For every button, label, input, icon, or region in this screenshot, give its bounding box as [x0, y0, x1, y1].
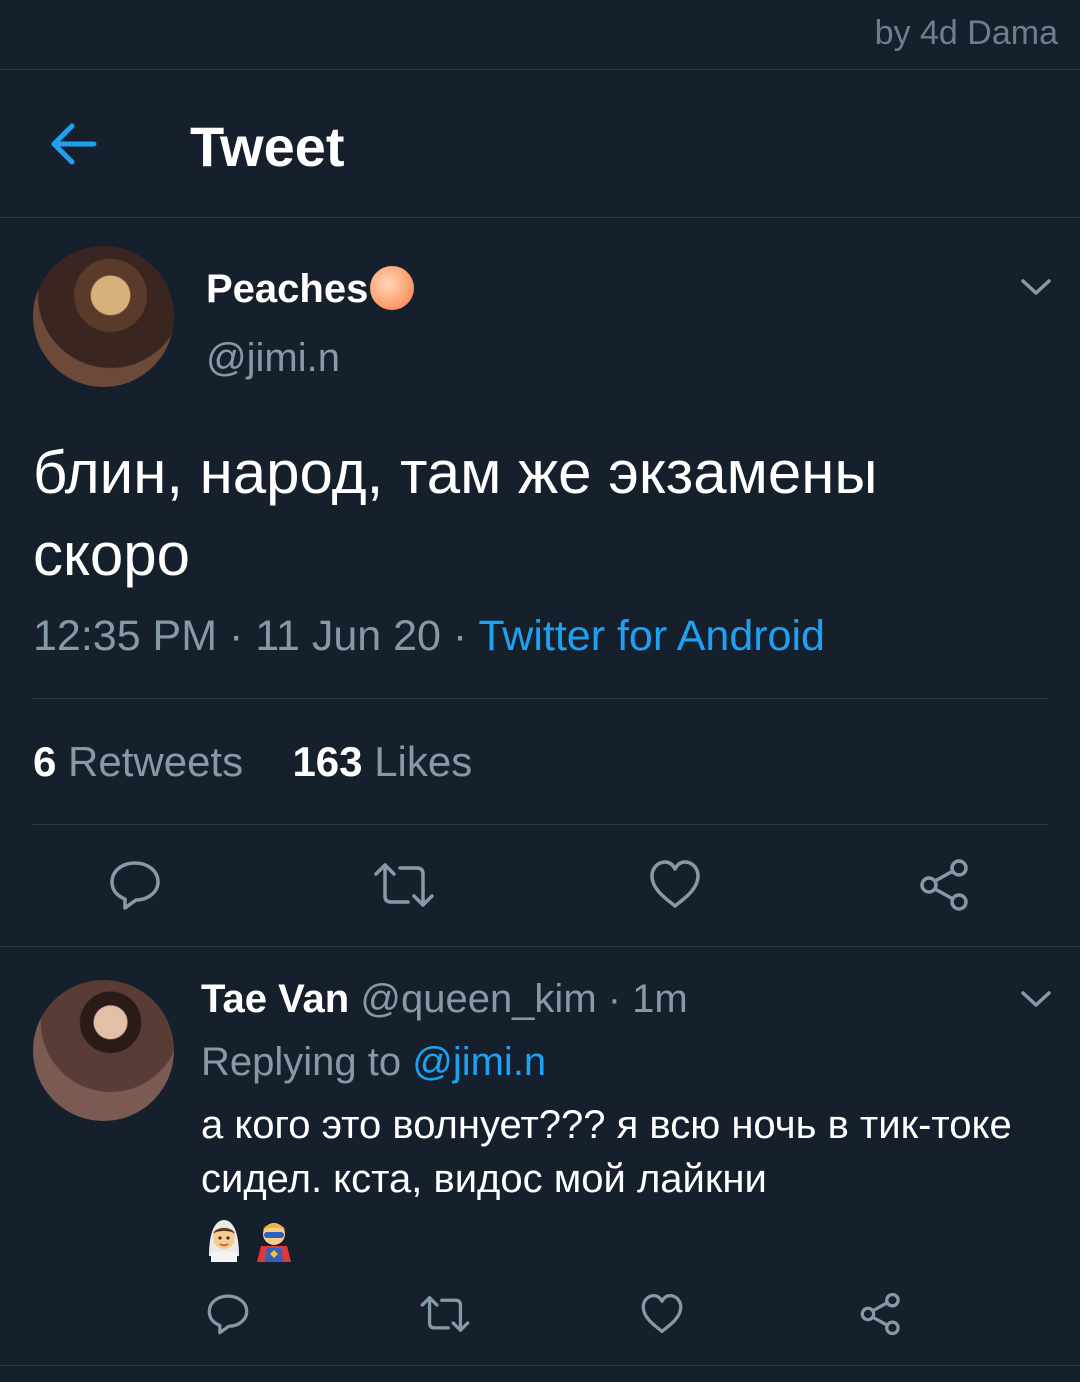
back-arrow-icon[interactable] [48, 120, 100, 168]
share-icon[interactable] [918, 858, 972, 912]
reply-icon[interactable] [206, 1292, 250, 1336]
tweet-source-link[interactable]: Twitter for Android [478, 612, 825, 660]
author-handle[interactable]: @jimi.n [206, 336, 340, 381]
watermark: by 4d Dama [874, 14, 1058, 52]
likes-stat[interactable]: 163 Likes [292, 738, 472, 785]
author-name-text: Peaches [206, 267, 369, 311]
reply-author-name[interactable]: Tae Van [201, 977, 349, 1021]
replying-to: Replying to @jimi.n [201, 1040, 546, 1085]
like-icon[interactable] [648, 858, 702, 910]
tweet-meta: 12:35 PM · 11 Jun 20 · Twitter for Andro… [33, 612, 825, 661]
reply-text: а кого это волнует??? я всю ночь в тик-т… [201, 1103, 1012, 1201]
tweet-timestamp: 12:35 PM · 11 Jun 20 · [33, 612, 479, 660]
chevron-down-icon[interactable] [1019, 275, 1053, 299]
reply-icon[interactable] [108, 858, 162, 912]
tweet-stats: 6 Retweets 163 Likes [33, 738, 472, 786]
likes-label: Likes [362, 738, 473, 785]
divider [0, 946, 1080, 947]
reply-author-avatar[interactable] [33, 980, 174, 1121]
author-avatar[interactable] [33, 246, 174, 387]
divider [0, 1365, 1080, 1366]
divider [32, 824, 1048, 825]
bride-emoji-icon [209, 1220, 239, 1262]
retweets-count: 6 [33, 738, 57, 785]
header: Tweet [0, 70, 1080, 217]
retweet-icon[interactable] [372, 860, 436, 910]
page-title: Tweet [190, 115, 345, 178]
replying-label: Replying to [201, 1040, 413, 1084]
reply-header: Tae Van @queen_kim · 1m [201, 977, 688, 1022]
retweet-icon[interactable] [419, 1293, 471, 1335]
replying-handle-link[interactable]: @jimi.n [412, 1040, 546, 1084]
retweets-label: Retweets [56, 738, 244, 785]
likes-count: 163 [292, 738, 363, 785]
retweets-stat[interactable]: 6 Retweets [33, 738, 243, 785]
like-icon[interactable] [640, 1292, 684, 1335]
peach-emoji-icon [370, 266, 415, 310]
chevron-down-icon[interactable] [1019, 987, 1053, 1011]
reply-text-block: а кого это волнует??? я всю ночь в тик-т… [201, 1098, 1041, 1266]
reply-handle-time: @queen_kim · 1m [349, 977, 688, 1021]
share-icon[interactable] [859, 1292, 903, 1336]
author-name[interactable]: Peaches [206, 266, 415, 312]
tweet-text: блин, народ, там же экзамены скоро [33, 439, 878, 588]
superhero-emoji-icon [257, 1223, 291, 1262]
header-divider [0, 217, 1080, 218]
divider [32, 698, 1048, 699]
